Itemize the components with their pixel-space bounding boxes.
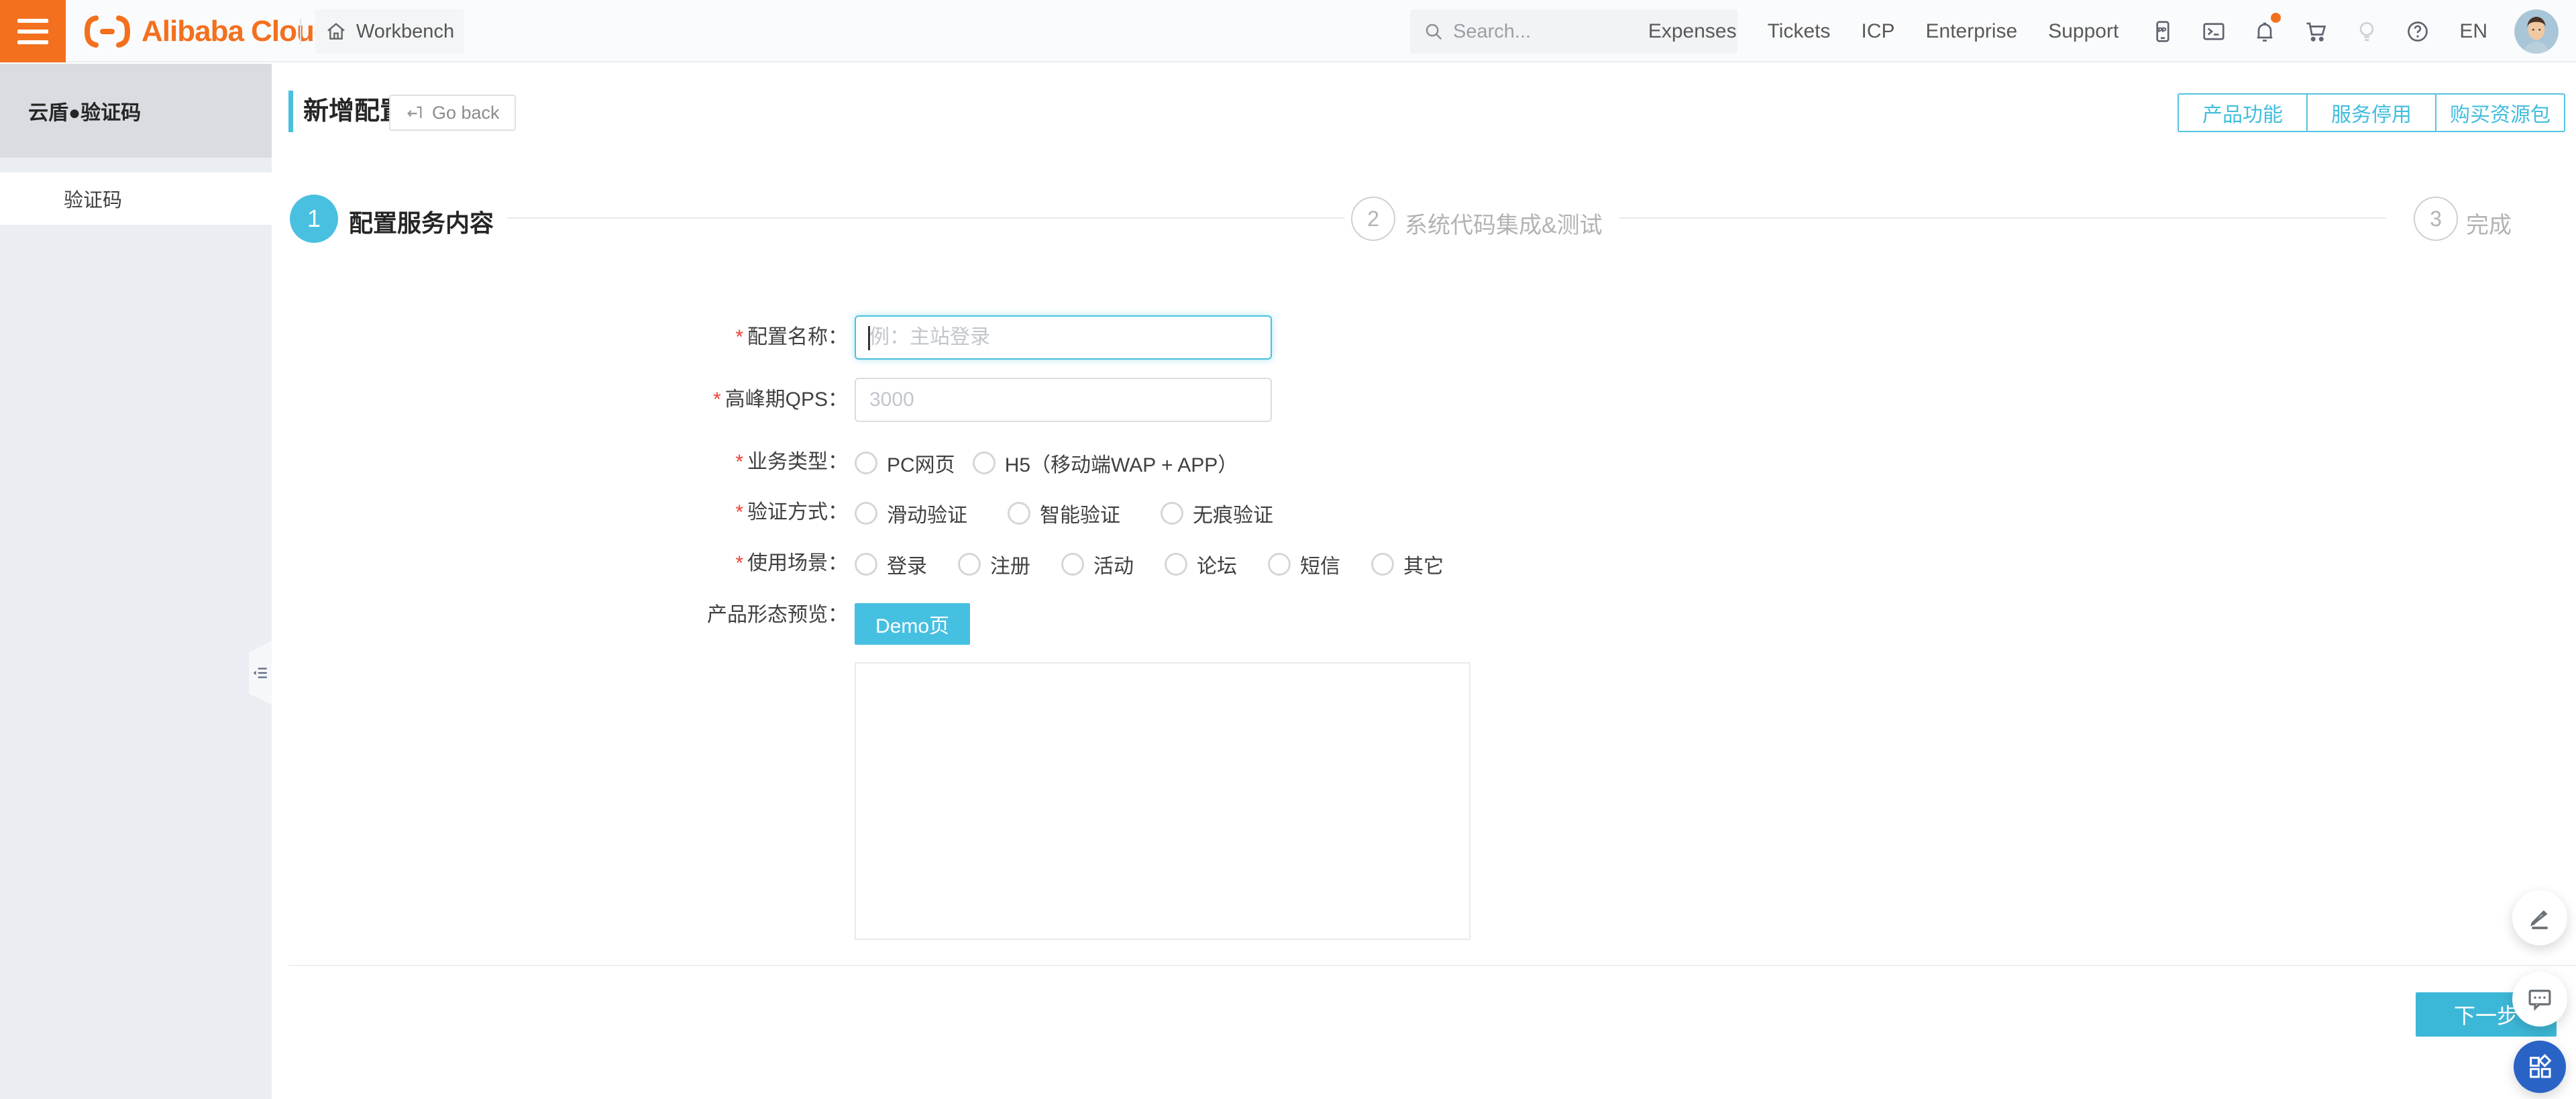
radio-scene-other[interactable]: 其它: [1371, 550, 1444, 579]
widgets-fab-button[interactable]: [2514, 1041, 2566, 1093]
radio-h5[interactable]: H5（移动端WAP + APP）: [972, 448, 1238, 478]
widgets-icon: [2530, 1053, 2552, 1078]
product-preview-box: [855, 662, 1470, 940]
config-name-field: [855, 315, 1272, 360]
lightbulb-icon[interactable]: [2353, 18, 2380, 45]
radio-button[interactable]: [855, 553, 877, 576]
mobile-app-icon[interactable]: [2149, 18, 2176, 45]
step-3-circle: 3: [2414, 197, 2458, 241]
radio-slide-verify[interactable]: 滑动验证: [855, 499, 967, 528]
radio-scene-forum[interactable]: 论坛: [1165, 550, 1237, 579]
sidebar: 云盾●验证码 验证码: [0, 64, 272, 1099]
content-bottom-divider: [288, 965, 2576, 966]
buy-resource-pack-button[interactable]: 购买资源包: [2435, 93, 2565, 132]
scene-radio-group: 登录 注册 活动 论坛 短信 其它: [855, 550, 1444, 579]
sidebar-title: 云盾●验证码: [0, 64, 272, 158]
required-mark: *: [735, 552, 743, 574]
nav-icp[interactable]: ICP: [1861, 20, 1894, 43]
radio-smart-verify[interactable]: 智能验证: [1008, 499, 1120, 528]
divider: [300, 19, 301, 44]
notification-badge: [2271, 12, 2282, 23]
help-icon[interactable]: [2404, 18, 2431, 45]
nav-expenses[interactable]: Expenses: [1648, 20, 1737, 43]
preview-label: 产品形态预览：: [707, 604, 848, 626]
step-3-label: 完成: [2466, 213, 2512, 238]
biz-type-radio-group: PC网页 H5（移动端WAP + APP）: [855, 448, 1238, 478]
config-name-label: * 配置名称：: [735, 326, 848, 348]
hamburger-menu-button[interactable]: [0, 0, 66, 62]
step-connector: [1619, 217, 2385, 219]
required-mark: *: [735, 326, 743, 348]
alibaba-cloud-logo-icon: [84, 15, 131, 48]
go-back-label: Go back: [432, 102, 500, 123]
collapse-icon: [253, 668, 267, 678]
logo-text: Alibaba Cloud: [142, 14, 332, 48]
radio-scene-sms[interactable]: 短信: [1268, 550, 1340, 579]
radio-button[interactable]: [1061, 553, 1084, 576]
scene-label: * 使用场景：: [735, 552, 848, 574]
page-action-buttons: 产品功能 服务停用 购买资源包: [2178, 93, 2565, 132]
required-mark: *: [735, 501, 743, 523]
bell-icon[interactable]: [2251, 12, 2282, 45]
pencil-icon: [2530, 910, 2548, 929]
demo-page-button[interactable]: Demo页: [855, 603, 970, 645]
qps-label: * 高峰期QPS：: [712, 388, 848, 411]
chat-bubble-icon: [2528, 990, 2551, 1011]
top-header: Alibaba Cloud Workbench Expenses Tickets…: [0, 0, 2576, 62]
product-features-button[interactable]: 产品功能: [2178, 93, 2308, 132]
radio-button[interactable]: [1161, 502, 1183, 525]
alibaba-cloud-logo[interactable]: Alibaba Cloud: [83, 0, 332, 62]
verify-mode-label: * 验证方式：: [735, 501, 848, 523]
nav-tickets[interactable]: Tickets: [1768, 20, 1831, 43]
language-switcher[interactable]: EN: [2459, 20, 2487, 43]
radio-button[interactable]: [1371, 553, 1394, 576]
radio-button[interactable]: [855, 452, 877, 474]
chat-feedback-fab-button[interactable]: [2512, 972, 2567, 1027]
radio-button[interactable]: [972, 452, 996, 474]
text-caret: [868, 326, 870, 350]
config-name-input[interactable]: [856, 317, 1271, 358]
sidebar-item-captcha[interactable]: 验证码: [0, 172, 272, 225]
service-disable-button[interactable]: 服务停用: [2306, 93, 2436, 132]
radio-button[interactable]: [1008, 502, 1030, 525]
qps-input[interactable]: [856, 379, 1271, 421]
return-icon: [407, 106, 422, 119]
feedback-edit-fab-button[interactable]: [2512, 890, 2567, 945]
radio-button[interactable]: [958, 553, 981, 576]
required-mark: *: [712, 388, 721, 411]
title-accent-bar: [288, 91, 293, 132]
workbench-button[interactable]: Workbench: [315, 9, 464, 54]
step-connector: [507, 217, 1344, 219]
nav-enterprise[interactable]: Enterprise: [1926, 20, 2018, 43]
radio-scene-activity[interactable]: 活动: [1061, 550, 1134, 579]
top-nav: Expenses Tickets ICP Enterprise Support: [1648, 0, 2576, 62]
step-2-label: 系统代码集成&测试: [1405, 213, 1603, 238]
required-mark: *: [735, 451, 743, 473]
radio-scene-register[interactable]: 注册: [958, 550, 1030, 579]
biz-type-label: * 业务类型：: [735, 451, 848, 473]
step-2-circle: 2: [1351, 197, 1395, 241]
step-1-circle: 1: [290, 195, 338, 243]
step-1-label: 配置服务内容: [349, 209, 494, 237]
workbench-label: Workbench: [356, 20, 455, 42]
radio-button[interactable]: [1268, 553, 1291, 576]
nav-support[interactable]: Support: [2048, 20, 2118, 43]
search-icon: [1426, 23, 1442, 40]
radio-button[interactable]: [1165, 553, 1187, 576]
cart-icon[interactable]: [2302, 18, 2329, 45]
radio-button[interactable]: [855, 502, 877, 525]
go-back-button[interactable]: Go back: [389, 95, 516, 131]
app-root: Alibaba Cloud Workbench Expenses Tickets…: [0, 0, 2576, 1099]
user-avatar[interactable]: [2514, 9, 2559, 54]
home-icon: [327, 23, 345, 40]
verify-mode-radio-group: 滑动验证 智能验证 无痕验证: [855, 499, 1273, 528]
radio-scene-login[interactable]: 登录: [855, 550, 927, 579]
qps-field: [855, 378, 1272, 422]
radio-traceless-verify[interactable]: 无痕验证: [1161, 499, 1273, 528]
radio-pc-web[interactable]: PC网页: [855, 448, 955, 478]
terminal-icon[interactable]: [2200, 18, 2227, 45]
